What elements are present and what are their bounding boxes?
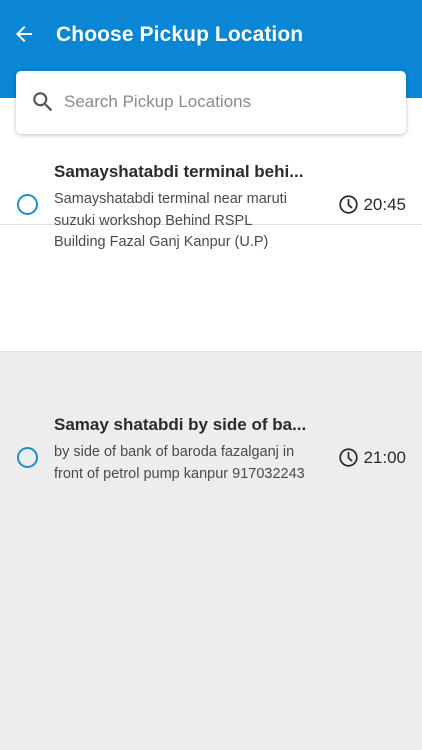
- pickup-time: 20:45: [338, 194, 406, 215]
- radio-button[interactable]: [17, 194, 38, 215]
- clock-icon: [339, 448, 359, 467]
- clock-icon: [339, 195, 359, 214]
- search-bar[interactable]: [16, 71, 406, 134]
- pickup-time-text: 20:45: [363, 194, 406, 214]
- pickup-time-text: 21:00: [363, 447, 406, 467]
- arrow-left-icon: [16, 26, 32, 42]
- search-icon: [33, 92, 53, 112]
- location-name: Samay shatabdi by side of ba...: [54, 415, 307, 434]
- location-name: Samayshatabdi terminal behi...: [54, 162, 304, 181]
- pickup-location-list: Samayshatabdi terminal behi... Samayshat…: [0, 98, 422, 482]
- location-item[interactable]: Samay shatabdi by side of ba... by side …: [0, 225, 422, 482]
- search-input[interactable]: [64, 83, 384, 121]
- radio-button[interactable]: [17, 447, 38, 468]
- back-button[interactable]: [8, 18, 40, 50]
- page-title: Choose Pickup Location: [56, 23, 304, 46]
- pickup-time: 21:00: [338, 447, 406, 468]
- location-address: by side of bank of baroda fazalganj in f…: [54, 444, 305, 482]
